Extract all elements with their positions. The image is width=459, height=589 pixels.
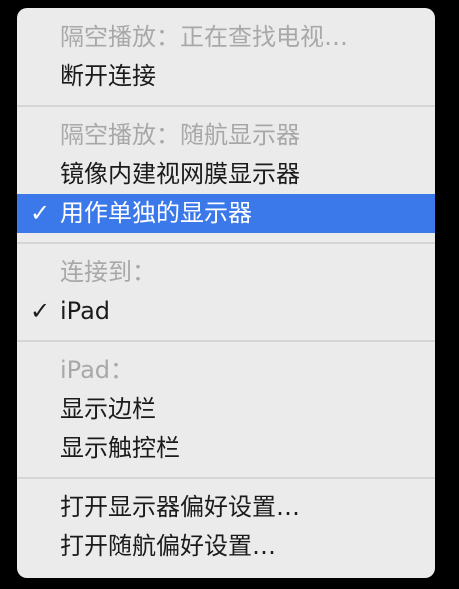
menu-item-label: iPad	[60, 297, 111, 325]
mirror-retina-display-menu-item[interactable]: 镜像内建视网膜显示器	[17, 155, 435, 194]
menu-item-label: 隔空播放：正在查找电视…	[60, 23, 348, 51]
connect-to-header: 连接到：	[17, 253, 435, 292]
menu-item-label: 打开随航偏好设置…	[60, 532, 276, 560]
open-display-preferences-menu-item[interactable]: 打开显示器偏好设置…	[17, 488, 435, 527]
menu-item-label: 连接到：	[60, 258, 156, 286]
open-sidecar-preferences-menu-item[interactable]: 打开随航偏好设置…	[17, 527, 435, 566]
menu-separator	[17, 468, 435, 488]
use-as-separate-display-menu-item[interactable]: ✓ 用作单独的显示器	[17, 194, 435, 233]
menu-item-label: 镜像内建视网膜显示器	[60, 160, 300, 188]
ipad-options-header: iPad：	[17, 351, 435, 390]
menu-item-label: 显示边栏	[60, 395, 156, 423]
menu-item-label: 用作单独的显示器	[60, 199, 252, 227]
show-touch-bar-menu-item[interactable]: 显示触控栏	[17, 429, 435, 468]
airplay-sidecar-header: 隔空播放：随航显示器	[17, 116, 435, 155]
menu-item-label: iPad：	[60, 356, 135, 384]
checkmark-icon: ✓	[29, 199, 51, 227]
checkmark-icon: ✓	[29, 297, 51, 325]
disconnect-menu-item[interactable]: 断开连接	[17, 57, 435, 96]
ipad-device-menu-item[interactable]: ✓ iPad	[17, 292, 435, 331]
menu-separator	[17, 331, 435, 351]
menu-item-label: 断开连接	[60, 62, 156, 90]
menu-separator	[17, 96, 435, 116]
show-sidebar-menu-item[interactable]: 显示边栏	[17, 390, 435, 429]
airplay-searching-header: 隔空播放：正在查找电视…	[17, 18, 435, 57]
airplay-sidecar-menu: 隔空播放：正在查找电视… 断开连接 隔空播放：随航显示器 镜像内建视网膜显示器 …	[17, 8, 435, 578]
menu-item-label: 隔空播放：随航显示器	[60, 121, 300, 149]
menu-separator	[17, 233, 435, 253]
menu-item-label: 显示触控栏	[60, 434, 180, 462]
menu-item-label: 打开显示器偏好设置…	[60, 493, 300, 521]
